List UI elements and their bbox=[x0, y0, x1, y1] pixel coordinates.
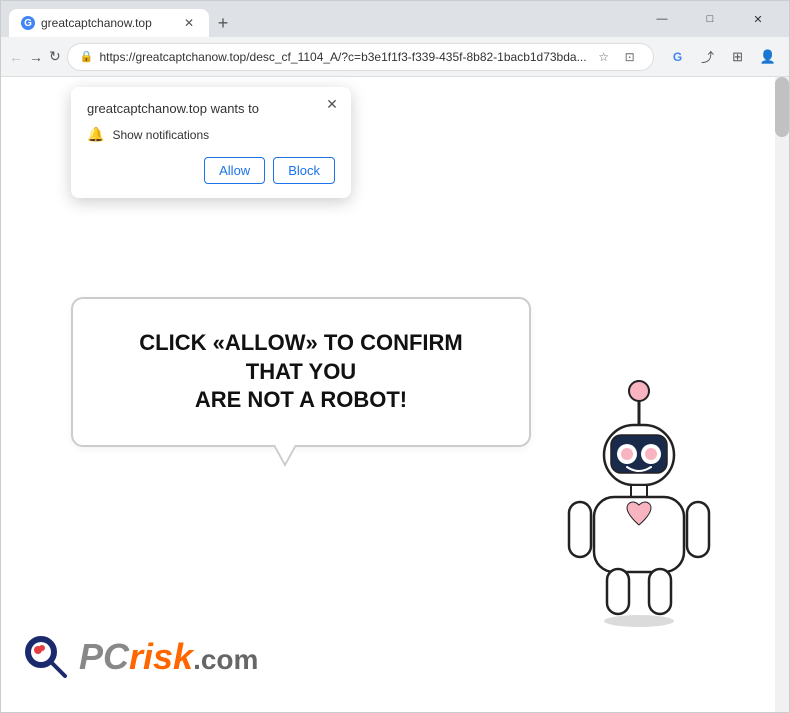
browser-window: G greatcaptchanow.top ✕ + — □ ✕ ← → ↻ 🔒 … bbox=[0, 0, 790, 713]
notification-text: Show notifications bbox=[112, 128, 209, 142]
popup-close-button[interactable]: ✕ bbox=[323, 95, 341, 113]
tab-title: greatcaptchanow.top bbox=[41, 16, 152, 30]
maximize-button[interactable]: □ bbox=[687, 5, 733, 33]
robot-image bbox=[549, 377, 729, 627]
pcrisk-icon bbox=[21, 632, 71, 682]
notification-popup: ✕ greatcaptchanow.top wants to 🔔 Show no… bbox=[71, 87, 351, 198]
browser-toolbar-icons: G ⤴ ⊞ 👤 ⋮ bbox=[664, 43, 790, 71]
close-button[interactable]: ✕ bbox=[735, 5, 781, 33]
bookmark-icon[interactable]: ☆ bbox=[593, 46, 615, 68]
block-button[interactable]: Block bbox=[273, 157, 335, 184]
pcrisk-logo: PCrisk.com bbox=[21, 632, 258, 682]
robot-container bbox=[549, 377, 729, 632]
refresh-button[interactable]: ↻ bbox=[49, 43, 61, 71]
minimize-button[interactable]: — bbox=[639, 5, 685, 33]
bell-icon: 🔔 bbox=[87, 126, 104, 143]
com-text: .com bbox=[193, 644, 258, 675]
google-icon[interactable]: G bbox=[664, 43, 692, 71]
speech-bubble-container: CLICK «ALLOW» TO CONFIRM THAT YOU ARE NO… bbox=[71, 297, 531, 447]
page-content: ✕ greatcaptchanow.top wants to 🔔 Show no… bbox=[1, 77, 789, 712]
lock-icon: 🔒 bbox=[80, 50, 94, 63]
extension-icon[interactable]: ⊡ bbox=[619, 46, 641, 68]
profile-icon[interactable]: 👤 bbox=[754, 43, 782, 71]
menu-icon[interactable]: ⋮ bbox=[784, 43, 790, 71]
tab-close-button[interactable]: ✕ bbox=[181, 15, 197, 31]
popup-buttons: Allow Block bbox=[87, 157, 335, 184]
back-button[interactable]: ← bbox=[9, 43, 23, 71]
url-bar[interactable]: 🔒 https://greatcaptchanow.top/desc_cf_11… bbox=[67, 43, 654, 71]
popup-notification-row: 🔔 Show notifications bbox=[87, 126, 335, 143]
tab-favicon: G bbox=[21, 16, 35, 30]
pc-text: PC bbox=[79, 636, 129, 677]
url-actions: ☆ ⊡ bbox=[593, 46, 641, 68]
scrollbar[interactable] bbox=[775, 77, 789, 712]
speech-bubble: CLICK «ALLOW» TO CONFIRM THAT YOU ARE NO… bbox=[71, 297, 531, 447]
tab-bar: G greatcaptchanow.top ✕ + — □ ✕ bbox=[1, 1, 789, 37]
browser-tab[interactable]: G greatcaptchanow.top ✕ bbox=[9, 9, 209, 37]
favicon-letter: G bbox=[24, 18, 32, 29]
extensions-puzzle-icon[interactable]: ⊞ bbox=[724, 43, 752, 71]
share-icon[interactable]: ⤴ bbox=[694, 43, 722, 71]
url-text: https://greatcaptchanow.top/desc_cf_1104… bbox=[99, 50, 586, 64]
risk-text: risk bbox=[129, 636, 193, 677]
forward-button[interactable]: → bbox=[29, 43, 43, 71]
popup-title: greatcaptchanow.top wants to bbox=[87, 101, 335, 116]
address-bar: ← → ↻ 🔒 https://greatcaptchanow.top/desc… bbox=[1, 37, 789, 77]
speech-bubble-text: CLICK «ALLOW» TO CONFIRM THAT YOU ARE NO… bbox=[113, 329, 489, 415]
pcrisk-text: PCrisk.com bbox=[79, 636, 258, 678]
scrollbar-thumb[interactable] bbox=[775, 77, 789, 137]
new-tab-button[interactable]: + bbox=[209, 9, 237, 37]
allow-button[interactable]: Allow bbox=[204, 157, 265, 184]
window-controls: — □ ✕ bbox=[639, 5, 781, 37]
